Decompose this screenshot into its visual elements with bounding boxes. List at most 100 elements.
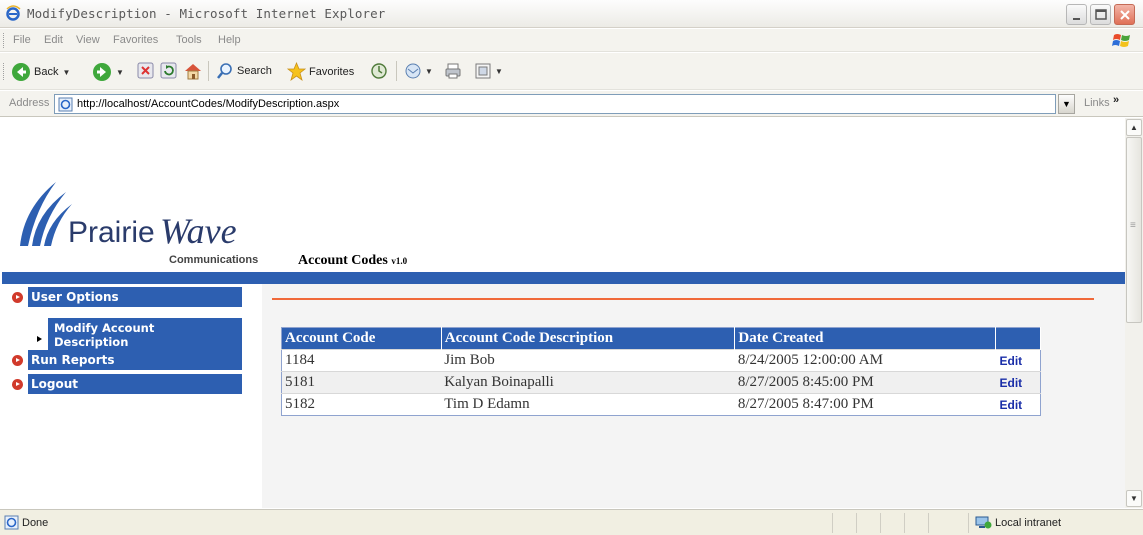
status-divider — [880, 513, 881, 533]
address-dropdown-button[interactable]: ▼ — [1058, 94, 1075, 114]
mail-dropdown-icon[interactable]: ▼ — [425, 67, 433, 76]
maximize-icon — [1095, 9, 1107, 20]
toolbar-separator — [396, 61, 397, 81]
toolbar: Back ▼ ▼ Search Favorites ▼ ▼ — [0, 53, 1143, 90]
app-version: v1.0 — [391, 256, 408, 266]
refresh-button[interactable] — [160, 62, 177, 79]
nav-modify-account-description[interactable]: Modify Account Description — [48, 318, 242, 352]
edit-link[interactable]: Edit — [995, 393, 1041, 416]
history-button[interactable] — [370, 62, 388, 80]
status-bar: Done Local intranet — [0, 509, 1143, 535]
edit-link[interactable]: Edit — [995, 371, 1041, 394]
star-icon — [287, 62, 306, 81]
windows-flag-icon — [1112, 34, 1130, 47]
home-button[interactable] — [183, 62, 203, 80]
home-icon — [185, 64, 201, 80]
stop-button[interactable] — [137, 62, 154, 79]
nav-sub-arrow-icon — [37, 336, 42, 342]
logo-tagline: Communications — [169, 254, 259, 266]
chevron-down-icon: ▼ — [1130, 494, 1138, 503]
maximize-button[interactable] — [1090, 4, 1111, 25]
status-text: Done — [22, 517, 49, 529]
menu-bar: File Edit View Favorites Tools Help — [0, 29, 1143, 52]
nav-logout[interactable]: Logout — [28, 374, 242, 394]
back-label: Back — [34, 66, 59, 78]
app-title: Account Codes v1.0 — [298, 253, 407, 269]
back-button[interactable]: Back ▼ — [11, 62, 70, 82]
menu-edit[interactable]: Edit — [44, 34, 63, 46]
menu-favorites[interactable]: Favorites — [113, 34, 158, 46]
table-row: 1184 Jim Bob 8/24/2005 12:00:00 AM Edit — [281, 349, 1041, 372]
mail-icon — [405, 63, 421, 79]
mail-button[interactable]: ▼ — [404, 62, 433, 80]
window-title: ModifyDescription - Microsoft Internet E… — [27, 6, 386, 21]
header-actions — [995, 327, 1041, 350]
table-row: 5181 Kalyan Boinapalli 8/27/2005 8:45:00… — [281, 371, 1041, 394]
menu-help[interactable]: Help — [218, 34, 241, 46]
cell-date-created: 8/27/2005 8:47:00 PM — [734, 393, 996, 416]
links-label[interactable]: Links — [1084, 97, 1110, 109]
cell-account-code: 5181 — [281, 371, 442, 394]
address-url: http://localhost/AccountCodes/ModifyDesc… — [77, 98, 340, 110]
cell-date-created: 8/27/2005 8:45:00 PM — [734, 371, 996, 394]
logo-text-wave: Wave — [160, 211, 237, 251]
status-divider — [832, 513, 833, 533]
scroll-up-button[interactable]: ▲ — [1126, 119, 1142, 136]
nav-run-reports[interactable]: Run Reports — [28, 350, 242, 370]
arrow-bullet-icon — [12, 379, 23, 390]
cell-description: Jim Bob — [441, 349, 735, 372]
minimize-button[interactable] — [1066, 4, 1087, 25]
app-name: Account Codes — [298, 253, 388, 268]
title-bar: ModifyDescription - Microsoft Internet E… — [0, 0, 1143, 28]
nav-bullet-run-reports — [12, 355, 23, 366]
address-input[interactable]: http://localhost/AccountCodes/ModifyDesc… — [54, 94, 1056, 114]
page-viewport: Prairie Wave Communications Account Code… — [2, 118, 1125, 508]
close-button[interactable] — [1114, 4, 1135, 25]
logo-swoosh-icon — [20, 182, 72, 246]
ie-logo-icon — [6, 5, 21, 21]
cell-description: Tim D Edamn — [441, 393, 735, 416]
arrow-bullet-icon — [12, 292, 23, 303]
status-divider — [904, 513, 905, 533]
edit-link[interactable]: Edit — [995, 349, 1041, 372]
forward-dropdown-icon[interactable]: ▼ — [116, 68, 124, 77]
toolbar-grip — [3, 63, 6, 80]
forward-button[interactable]: ▼ — [92, 62, 124, 82]
toolbar-separator — [208, 61, 209, 81]
edit-page-button[interactable]: ▼ — [474, 62, 503, 80]
close-icon — [1120, 10, 1130, 20]
cell-date-created: 8/24/2005 12:00:00 AM — [734, 349, 996, 372]
cell-description: Kalyan Boinapalli — [441, 371, 735, 394]
print-button[interactable] — [444, 62, 462, 80]
menu-file[interactable]: File — [13, 34, 31, 46]
scroll-down-button[interactable]: ▼ — [1126, 490, 1142, 507]
menu-grip — [3, 33, 6, 48]
header-band — [2, 272, 1125, 284]
logo-text-prairie: Prairie — [68, 216, 155, 249]
stop-icon — [137, 62, 154, 79]
back-dropdown-icon[interactable]: ▼ — [62, 68, 70, 77]
prairiewave-logo: Prairie Wave Communications — [14, 178, 284, 266]
address-bar: Address http://localhost/AccountCodes/Mo… — [0, 91, 1143, 117]
security-zone: Local intranet — [995, 517, 1062, 529]
search-button[interactable]: Search — [216, 62, 272, 80]
menu-tools[interactable]: Tools — [176, 34, 202, 46]
scroll-thumb[interactable] — [1126, 137, 1142, 323]
header-description: Account Code Description — [441, 327, 736, 350]
vertical-scrollbar[interactable]: ▲ ▼ — [1125, 118, 1143, 508]
forward-arrow-icon — [93, 63, 111, 81]
edit-dropdown-icon[interactable]: ▼ — [495, 67, 503, 76]
chevron-down-icon: ▼ — [1062, 99, 1071, 109]
arrow-bullet-icon — [12, 355, 23, 366]
table-header-row: Account Code Account Code Description Da… — [281, 327, 1041, 350]
chevron-up-icon: ▲ — [1130, 123, 1138, 132]
nav-user-options[interactable]: User Options — [28, 287, 242, 307]
history-icon — [371, 63, 387, 79]
links-chevron-icon[interactable]: » — [1113, 94, 1119, 106]
favorites-button[interactable]: Favorites — [287, 62, 354, 81]
menu-view[interactable]: View — [76, 34, 100, 46]
search-icon — [217, 63, 232, 79]
cell-account-code: 1184 — [281, 349, 442, 372]
status-divider — [928, 513, 929, 533]
document-icon — [475, 63, 491, 79]
